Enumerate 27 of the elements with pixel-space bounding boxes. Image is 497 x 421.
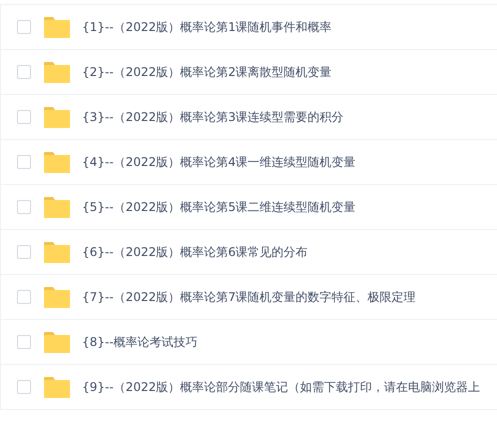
- folder-name[interactable]: {8}--概率论考试技巧: [82, 334, 198, 350]
- folder-icon: [44, 61, 70, 83]
- folder-icon: [44, 331, 70, 353]
- checkbox[interactable]: [17, 65, 31, 79]
- checkbox[interactable]: [17, 290, 31, 304]
- folder-icon: [44, 241, 70, 263]
- folder-name[interactable]: {3}--（2022版）概率论第3课连续型需要的积分: [82, 108, 344, 126]
- folder-icon: [44, 376, 70, 398]
- checkbox[interactable]: [17, 110, 31, 124]
- checkbox[interactable]: [17, 155, 31, 169]
- checkbox[interactable]: [17, 20, 31, 34]
- folder-name[interactable]: {4}--（2022版）概率论第4课一维连续型随机变量: [82, 154, 356, 170]
- checkbox[interactable]: [17, 245, 31, 259]
- checkbox[interactable]: [17, 200, 31, 214]
- folder-icon: [44, 151, 70, 173]
- checkbox[interactable]: [17, 335, 31, 349]
- folder-name[interactable]: {2}--（2022版）概率论第2课离散型随机变量: [82, 64, 332, 80]
- folder-name[interactable]: {7}--（2022版）概率论第7课随机变量的数字特征、极限定理: [82, 288, 416, 306]
- folder-name[interactable]: {5}--（2022版）概率论第5课二维连续型随机变量: [82, 198, 356, 216]
- folder-name[interactable]: {9}--（2022版）概率论部分随课笔记（如需下载打印，请在电脑浏览器上: [82, 378, 480, 396]
- folder-name[interactable]: {6}--（2022版）概率论第6课常见的分布: [82, 244, 308, 260]
- folder-name[interactable]: {1}--（2022版）概率论第1课随机事件和概率: [82, 18, 332, 36]
- folder-icon: [44, 16, 70, 38]
- folder-icon: [44, 286, 70, 308]
- checkbox[interactable]: [17, 380, 31, 394]
- folder-icon: [44, 196, 70, 218]
- folder-icon: [44, 106, 70, 128]
